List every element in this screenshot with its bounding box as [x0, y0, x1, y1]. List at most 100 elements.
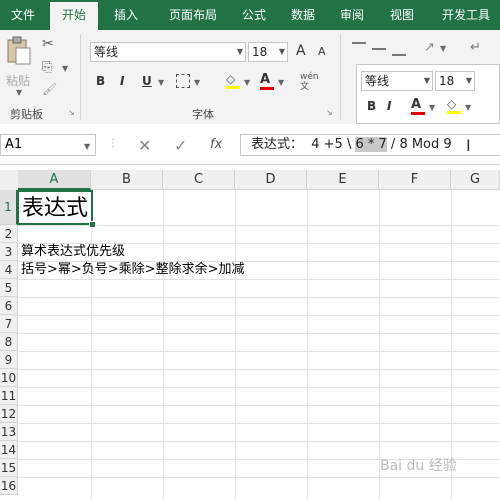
row-header[interactable]: 2	[0, 225, 18, 243]
row-header[interactable]: 6	[0, 297, 18, 315]
name-box-dropdown-icon[interactable]: ▼	[84, 142, 90, 151]
chevron-down-icon: ▼	[278, 47, 285, 56]
chevron-down-icon: ▼	[423, 76, 430, 85]
font-family-select[interactable]: 等线 ▼	[90, 42, 246, 62]
insert-function-icon[interactable]: fx	[210, 137, 222, 152]
mini-fill-color-dropdown-icon[interactable]: ▼	[465, 103, 471, 112]
gridline	[91, 190, 92, 500]
row-header[interactable]: 16	[0, 477, 18, 495]
row-header[interactable]: 5	[0, 279, 18, 297]
row-header[interactable]: 1	[0, 190, 18, 225]
clipboard-launcher-icon[interactable]: ↘	[68, 108, 75, 117]
tab-developer[interactable]: 开发工具	[432, 0, 500, 30]
column-header[interactable]: G	[451, 170, 500, 190]
paste-button[interactable]: 粘贴 ▼	[4, 36, 34, 97]
tab-insert[interactable]: 插入	[104, 0, 148, 30]
font-color-icon[interactable]: A	[260, 72, 274, 90]
cell-a4[interactable]: 括号>幂>负号>乘除>整除求余>加减	[21, 262, 244, 278]
row-header[interactable]: 15	[0, 459, 18, 477]
row-header[interactable]: 13	[0, 423, 18, 441]
mini-fill-color-icon[interactable]: ◇	[447, 97, 461, 114]
formula-text-selected: 6 * 7	[355, 137, 387, 152]
mini-font-size-select[interactable]: 18 ▼	[435, 71, 475, 91]
row-header[interactable]: 11	[0, 387, 18, 405]
underline-dropdown-icon[interactable]: ▼	[158, 78, 164, 87]
ribbon: 粘贴 ▼ ✂ ⎘ ▼ 🖌 剪贴板 ↘ 等线 ▼ 18 ▼ A A B I U ▼…	[0, 30, 500, 125]
select-all-corner[interactable]	[0, 170, 19, 191]
cut-icon[interactable]: ✂	[42, 36, 54, 52]
align-bottom-icon[interactable]	[392, 42, 406, 56]
underline-button[interactable]: U	[142, 74, 152, 88]
mini-font-size-value: 18	[439, 74, 455, 88]
borders-icon[interactable]	[176, 74, 190, 88]
mini-italic-button[interactable]: I	[387, 99, 391, 113]
font-size-select[interactable]: 18 ▼	[248, 42, 288, 62]
row-header[interactable]: 12	[0, 405, 18, 423]
tab-formulas[interactable]: 公式	[234, 0, 274, 30]
mini-bold-button[interactable]: B	[367, 99, 376, 113]
row-header[interactable]: 8	[0, 333, 18, 351]
row-header[interactable]: 4	[0, 261, 18, 279]
align-top-icon[interactable]	[352, 42, 366, 56]
fill-handle[interactable]	[89, 221, 96, 228]
divider	[80, 34, 81, 120]
gridline	[235, 190, 236, 500]
row-header[interactable]: 3	[0, 243, 18, 261]
formula-bar-row: A1 ▼ ⋮ ✕ ✓ fx 表达式： 4 +5 \ 6 * 7 / 8 Mod …	[0, 124, 500, 165]
format-painter-icon[interactable]: 🖌	[42, 82, 57, 96]
column-header[interactable]: B	[91, 170, 163, 190]
font-launcher-icon[interactable]: ↘	[326, 108, 333, 117]
ribbon-tabs: 文件 开始 插入 页面布局 公式 数据 审阅 视图 开发工具	[0, 0, 500, 30]
tab-view[interactable]: 视图	[382, 0, 422, 30]
copy-dropdown-icon[interactable]: ▼	[62, 64, 68, 73]
spreadsheet-grid[interactable]: A B C D E F G 1 2 3 4 5 6 7 8 9 10 11 12…	[0, 170, 500, 500]
orientation-dropdown-icon[interactable]: ▼	[440, 44, 446, 53]
copy-icon[interactable]: ⎘	[42, 60, 52, 75]
row-header[interactable]: 10	[0, 369, 18, 387]
row-header[interactable]: 7	[0, 315, 18, 333]
fill-color-dropdown-icon[interactable]: ▼	[244, 78, 250, 87]
wrap-text-icon[interactable]: ↵	[470, 40, 481, 55]
tab-data[interactable]: 数据	[282, 0, 324, 30]
column-header[interactable]: C	[163, 170, 235, 190]
row-header[interactable]: 9	[0, 351, 18, 369]
formula-bar-grip-icon: ⋮	[108, 138, 118, 149]
paste-icon	[7, 36, 31, 65]
italic-button[interactable]: I	[120, 74, 124, 88]
column-header[interactable]: F	[379, 170, 451, 190]
borders-dropdown-icon[interactable]: ▼	[194, 78, 200, 87]
paste-label: 粘贴	[6, 74, 31, 88]
mini-font-color-icon[interactable]: A	[411, 97, 425, 115]
formula-text-end: / 8 Mod 9	[386, 137, 452, 152]
shrink-font-button[interactable]: A	[318, 45, 326, 58]
bold-button[interactable]: B	[96, 74, 105, 88]
font-color-dropdown-icon[interactable]: ▼	[278, 78, 284, 87]
tab-page-layout[interactable]: 页面布局	[154, 0, 232, 30]
text-cursor-icon: I	[466, 136, 471, 155]
formula-input[interactable]: 表达式： 4 +5 \ 6 * 7 / 8 Mod 9	[240, 134, 500, 156]
tab-home[interactable]: 开始	[50, 2, 98, 30]
mini-font-family-select[interactable]: 等线 ▼	[361, 71, 433, 91]
grow-font-button[interactable]: A	[296, 43, 306, 59]
align-middle-icon[interactable]	[372, 48, 386, 50]
enter-icon[interactable]: ✓	[174, 136, 187, 155]
column-header[interactable]: A	[18, 170, 91, 190]
font-size-value: 18	[252, 45, 268, 59]
tab-review[interactable]: 审阅	[332, 0, 372, 30]
row-header[interactable]: 14	[0, 441, 18, 459]
mini-font-color-dropdown-icon[interactable]: ▼	[429, 103, 435, 112]
mini-toolbar: 等线 ▼ 18 ▼ B I A ▼ ◇ ▼	[356, 64, 500, 124]
column-header[interactable]: D	[235, 170, 307, 190]
name-box[interactable]: A1	[0, 134, 96, 156]
cancel-icon[interactable]: ✕	[138, 136, 151, 155]
paste-dropdown-icon[interactable]: ▼	[16, 88, 22, 97]
column-header[interactable]: E	[307, 170, 379, 190]
fill-color-icon[interactable]: ◇	[226, 72, 240, 89]
cell-a3[interactable]: 算术表达式优先级	[21, 244, 125, 260]
formula-text-start: 表达式： 4 +5 \	[251, 137, 356, 152]
orientation-icon[interactable]: ↗	[424, 40, 435, 55]
tab-file[interactable]: 文件	[0, 0, 46, 30]
gridline	[163, 190, 164, 500]
clipboard-group-label: 剪贴板	[10, 108, 43, 121]
phonetic-button[interactable]: wén 文	[300, 72, 320, 92]
